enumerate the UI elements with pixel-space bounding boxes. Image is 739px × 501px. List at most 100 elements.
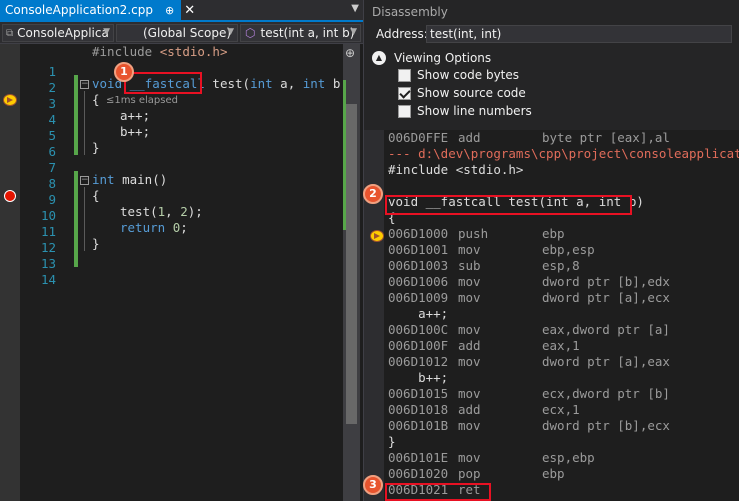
instruction-opcode: mov [458,418,481,433]
instruction-opcode: push [458,226,489,241]
keyword: int [250,76,273,91]
address-input[interactable]: test(int, int) [426,25,732,43]
code-text: b) [332,76,342,91]
viewing-options-label[interactable]: Viewing Options [394,51,491,65]
source-line: #include <stdio.h> [388,162,524,177]
checkbox[interactable] [398,104,411,118]
line-number: 9 [48,192,56,207]
highlight-box-fastcall [124,72,202,94]
instruction-row: 006D1020 pop ebp [388,466,565,482]
option-show-code-bytes[interactable]: Show code bytes [398,67,519,83]
line-number: 5 [48,128,56,143]
breakpoint-icon[interactable] [4,190,16,202]
pin-icon[interactable]: ⊕ [165,4,174,17]
instruction-address: 006D1015 [388,386,449,401]
instruction-address: 006D101B [388,418,449,433]
close-icon[interactable]: ✕ [184,3,195,18]
line-number: 13 [40,256,56,271]
code-line: int main() [92,172,167,188]
highlight-box-function-signature [385,195,632,215]
chevron-down-icon: ▼ [350,27,357,37]
window-title: Disassembly [372,5,448,19]
instruction-row: 006D1015 mov ecx,dword ptr [b] [388,386,670,402]
indicator-margin[interactable] [0,44,20,501]
project-dropdown-label: ConsoleApplica [17,26,109,40]
instruction-row: 006D1003 sub esp,8 [388,258,580,274]
instruction-row: 006D100C mov eax,dword ptr [a] [388,322,670,338]
chevron-down-icon: ▼ [227,27,234,37]
function-dropdown[interactable]: ⬡ test(int a, int b) ▼ [240,24,361,42]
instruction-row: 006D101B mov dword ptr [b],ecx [388,418,670,434]
address-label: Address: [376,27,428,41]
instruction-row: 006D1001 mov ebp,esp [388,242,595,258]
method-icon: ⬡ [245,26,256,40]
instruction-opcode: mov [458,274,481,289]
perf-tip[interactable]: ≤1ms elapsed [106,95,178,106]
instruction-pointer-icon[interactable] [3,94,17,106]
line-number: 1 [48,64,56,79]
instruction-address: 006D1001 [388,242,449,257]
disassembly-window: Disassembly Address: test(int, int) ▲ Vi… [363,0,739,501]
code-text: ); [187,204,203,219]
number-literal: 2 [180,204,188,219]
instruction-row: 006D100F add eax,1 [388,338,580,354]
instruction-address: 006D1000 [388,226,449,241]
code-line: { [92,188,100,203]
instruction-opcode: mov [458,290,481,305]
line-number: 11 [40,224,56,239]
instruction-address: 006D1009 [388,290,449,305]
instruction-opcode: add [458,338,481,353]
keyword: return [120,220,166,235]
instruction-address: 006D101E [388,450,449,465]
instruction-address: 006D1003 [388,258,449,273]
checkbox-checked[interactable] [398,86,411,100]
checkbox[interactable] [398,68,411,82]
chevron-up-icon[interactable]: ▲ [372,51,386,65]
instruction-opcode: mov [458,386,481,401]
instruction-operands: esp,ebp [542,450,595,465]
instruction-address: 006D0FFE [388,130,449,145]
instruction-address: 006D1012 [388,354,449,369]
option-show-source-code[interactable]: Show source code [398,85,526,101]
line-number: 6 [48,144,56,159]
code-line: { [92,92,100,107]
line-number: 14 [40,272,56,287]
code-text-area[interactable]: #include <stdio.h> void __fastcall test(… [70,44,342,501]
instruction-operands: dword ptr [a],ecx [542,290,670,305]
code-editor[interactable]: ConsoleApplication2.cpp ⊕ ✕ ▼ ⧉ ConsoleA… [0,0,363,501]
split-window-icon[interactable]: ⊕ [345,46,355,60]
instruction-opcode: add [458,402,481,417]
code-text: ; [180,220,188,235]
instruction-operands: ecx,dword ptr [b] [542,386,670,401]
preprocessor-directive: #include [92,44,153,59]
option-show-line-numbers[interactable]: Show line numbers [398,103,532,119]
instruction-row: 006D1009 mov dword ptr [a],ecx [388,290,670,306]
document-tab[interactable]: ConsoleApplication2.cpp ⊕ ✕ [0,0,195,20]
instruction-operands: ebp [542,466,565,481]
code-line: #include <stdio.h> [92,44,227,60]
include-path: <stdio.h> [152,44,228,59]
change-tracking-bar [343,80,346,230]
code-line: b++; [120,124,151,139]
option-label: Show code bytes [417,68,520,82]
instruction-operands: ebp,esp [542,242,595,257]
disassembly-listing[interactable]: 006D0FFE add byte ptr [eax],al --- d:\dev\p… [364,130,739,501]
option-label: Show source code [417,86,526,100]
project-dropdown[interactable]: ⧉ ConsoleApplica ▼ [2,24,114,42]
scope-dropdown[interactable]: (Global Scope) ▼ [116,24,238,42]
instruction-operands: dword ptr [b],edx [542,274,670,289]
instruction-address: 006D1018 [388,402,449,417]
instruction-pointer-icon[interactable] [370,230,384,242]
instruction-address: 006D1006 [388,274,449,289]
source-line: b++; [388,370,449,385]
project-icon: ⧉ [6,27,14,39]
chevron-down-icon[interactable]: ▼ [351,3,359,14]
code-text: main() [114,172,168,187]
scrollbar-thumb[interactable] [346,104,357,424]
source-line: a++; [388,306,449,321]
code-line: return 0; [120,220,188,236]
callout-badge: 3 [363,475,383,495]
line-number: 12 [40,240,56,255]
instruction-operands: ecx,1 [542,402,580,417]
